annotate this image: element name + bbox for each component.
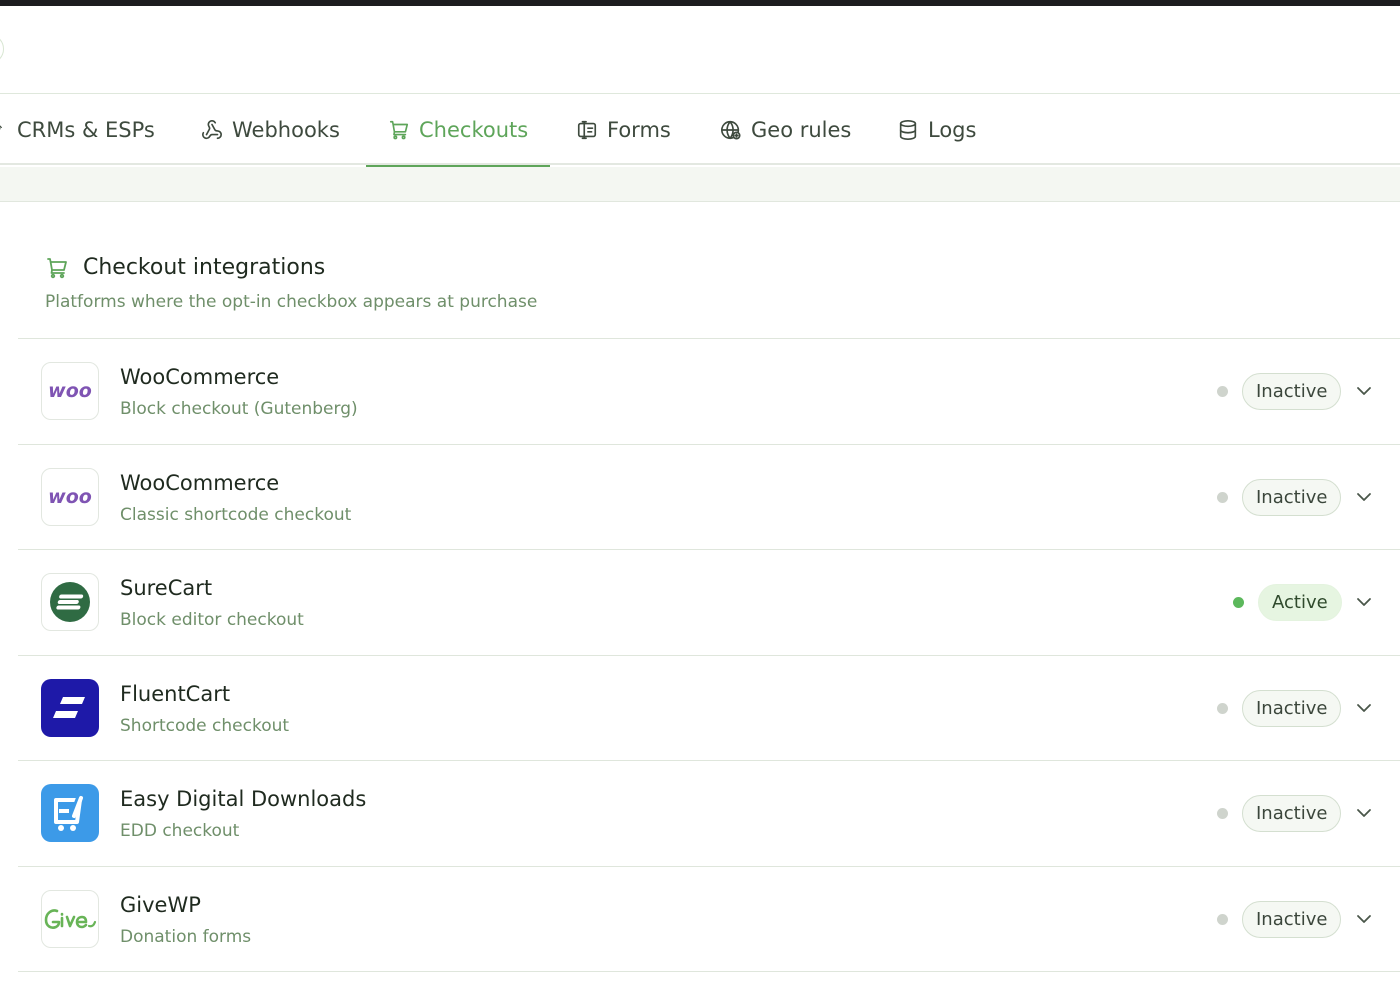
fluentcart-logo <box>41 678 99 737</box>
integration-description: Shortcode checkout <box>120 715 290 736</box>
integration-row[interactable]: FluentCart Shortcode checkout Inactive <box>18 656 1400 761</box>
woo-logo: woo <box>41 467 99 526</box>
tab-forms[interactable]: Forms <box>576 95 671 165</box>
header-toggle[interactable] <box>0 34 4 64</box>
section-header: Checkout integrations Platforms where th… <box>45 255 537 312</box>
status-badge: Active <box>1258 584 1342 621</box>
webhook-icon <box>202 120 222 140</box>
chevron-down-icon[interactable] <box>1354 487 1374 507</box>
integration-name: FluentCart <box>120 681 231 706</box>
tab-label: Webhooks <box>232 118 340 142</box>
svg-text:woo: woo <box>48 486 92 508</box>
section-title: Checkout integrations <box>45 255 537 280</box>
chevron-down-icon[interactable] <box>1354 381 1374 401</box>
tab-label: Checkouts <box>419 118 529 142</box>
status-badge: Inactive <box>1242 689 1342 727</box>
tab-label: Geo rules <box>751 118 852 142</box>
integration-description: Donation forms <box>120 926 252 947</box>
integration-row[interactable]: Easy Digital Downloads EDD checkout Inac… <box>18 761 1400 867</box>
status-badge: Inactive <box>1242 373 1342 410</box>
chevron-down-icon[interactable] <box>1354 592 1374 612</box>
integration-name: SureCart <box>120 576 213 600</box>
surecart-logo <box>41 573 99 631</box>
svg-text:woo: woo <box>48 380 92 402</box>
integration-name: WooCommerce <box>120 365 280 389</box>
cart-icon <box>47 257 67 278</box>
section-title-text: Checkout integrations <box>83 255 326 280</box>
status-dot <box>1217 491 1228 503</box>
status-dot <box>1217 808 1228 819</box>
status-dot <box>1217 386 1228 397</box>
integration-row[interactable]: woo WooCommerce Block checkout (Gutenber… <box>18 339 1400 445</box>
tab-label: CRMs & ESPs <box>17 118 155 142</box>
status-dot <box>1233 597 1244 608</box>
tab-geo-rules[interactable]: Geo rules <box>720 95 851 165</box>
tab-bar: CRMs & ESPs Webhooks Checkouts Forms Geo… <box>0 95 1400 167</box>
chevron-down-icon[interactable] <box>1354 909 1374 929</box>
toolbar-band <box>0 167 1400 202</box>
integration-row[interactable]: GiveWP Donation forms Inactive <box>18 867 1400 972</box>
integration-description: EDD checkout <box>120 821 240 841</box>
tab-checkouts[interactable]: Checkouts <box>365 95 551 167</box>
section-subtitle: Platforms where the opt-in checkbox appe… <box>45 292 538 312</box>
tab-crms[interactable]: CRMs & ESPs <box>0 95 155 165</box>
edd-logo <box>41 784 99 842</box>
integration-description: Classic shortcode checkout <box>120 504 352 525</box>
tab-label: Logs <box>928 118 977 142</box>
tab-logs[interactable]: Logs <box>897 95 976 165</box>
integration-name: WooCommerce <box>120 470 280 495</box>
status-badge: Inactive <box>1242 478 1342 516</box>
link-icon <box>0 125 2 130</box>
integration-row[interactable]: SureCart Block editor checkout Active <box>18 550 1400 656</box>
tab-webhooks[interactable]: Webhooks <box>201 95 340 165</box>
integration-row[interactable]: woo WooCommerce Classic shortcode checko… <box>18 445 1400 550</box>
integration-name: GiveWP <box>120 892 201 917</box>
woo-logo: woo <box>41 362 99 420</box>
integration-description: Block checkout (Gutenberg) <box>120 399 358 419</box>
status-badge: Inactive <box>1242 900 1342 938</box>
page-header <box>0 6 1400 94</box>
status-dot <box>1217 702 1228 714</box>
chevron-down-icon[interactable] <box>1354 698 1374 718</box>
integration-name: Easy Digital Downloads <box>120 787 367 811</box>
integration-description: Block editor checkout <box>120 610 304 630</box>
form-icon <box>577 120 597 140</box>
cart-icon <box>389 120 409 140</box>
givewp-logo <box>41 889 99 948</box>
tab-label: Forms <box>607 118 671 142</box>
status-badge: Inactive <box>1242 795 1342 832</box>
globe-icon <box>721 120 741 140</box>
chevron-down-icon[interactable] <box>1354 803 1374 823</box>
database-icon <box>899 120 917 140</box>
status-dot <box>1217 913 1228 925</box>
integration-list: woo WooCommerce Block checkout (Gutenber… <box>18 338 1400 972</box>
